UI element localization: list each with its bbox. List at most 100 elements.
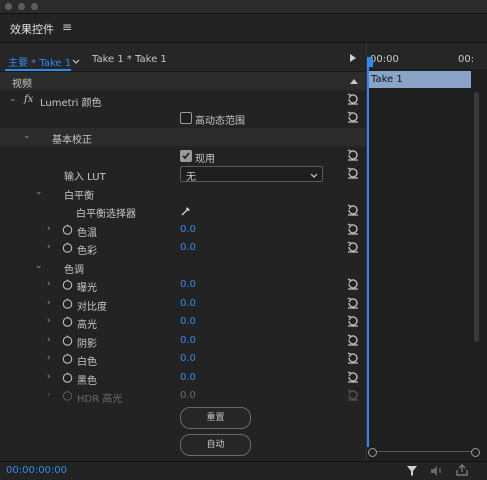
param-label: 对比度 [77, 302, 107, 313]
basic-correction-header[interactable]: ⌄ 基本校正 [0, 128, 366, 146]
stopwatch-icon [62, 390, 73, 401]
param-value[interactable]: 0.0 [180, 353, 196, 364]
white-balance-title: 白平衡 [64, 191, 94, 202]
play-icon[interactable] [350, 54, 356, 62]
stopwatch-icon[interactable] [62, 335, 73, 346]
stopwatch-icon[interactable] [62, 279, 73, 290]
reset-icon[interactable] [346, 351, 360, 365]
param-row-temperature: › 色温 0.0 [0, 221, 366, 239]
video-section-label: 视频 [12, 79, 32, 90]
param-value[interactable]: 0.0 [180, 224, 196, 235]
stopwatch-icon[interactable] [62, 353, 73, 364]
param-label: 高光 [77, 320, 97, 331]
chevron-down-icon[interactable]: ⌄ [35, 187, 43, 197]
reset-icon[interactable] [346, 166, 360, 180]
stopwatch-icon[interactable] [62, 298, 73, 309]
hdr-label: 高动态范围 [195, 116, 245, 127]
eyedropper-icon[interactable] [180, 205, 192, 220]
auto-button[interactable]: 自动 [180, 434, 251, 456]
chevron-down-icon[interactable]: ⌄ [9, 94, 17, 104]
chevron-right-icon[interactable]: › [47, 279, 51, 289]
chevron-right-icon[interactable]: › [47, 316, 51, 326]
hdr-checkbox[interactable] [180, 112, 192, 124]
reset-icon [347, 389, 358, 401]
timecode[interactable]: 00:00:00:00 [6, 465, 67, 476]
fx-icon[interactable]: fx [24, 94, 33, 105]
chevron-down-icon [310, 171, 318, 182]
timeline-zoom-scrollbar[interactable] [368, 448, 480, 458]
chevron-right-icon[interactable]: › [47, 242, 51, 252]
chevron-right-icon[interactable]: › [47, 353, 51, 363]
chevron-right-icon[interactable]: › [47, 298, 51, 308]
reset-icon[interactable] [346, 370, 360, 384]
param-value[interactable]: 0.0 [180, 316, 196, 327]
tone-header[interactable]: ⌄ 色调 [0, 258, 366, 276]
reset-icon[interactable] [346, 333, 360, 347]
effect-name: Lumetri 颜色 [40, 98, 102, 109]
param-value[interactable]: 0.0 [180, 298, 196, 309]
maximize-window-icon[interactable] [31, 3, 38, 10]
hdr-row: 高动态范围 [0, 109, 366, 127]
param-row-tint: › 色彩 0.0 [0, 239, 366, 257]
apply-row: 现用 [0, 147, 366, 165]
stopwatch-icon[interactable] [62, 316, 73, 327]
active-tab-indicator [5, 69, 71, 71]
reset-icon[interactable] [346, 148, 360, 162]
reset-icon[interactable] [346, 222, 360, 236]
stopwatch-icon[interactable] [62, 372, 73, 383]
tab-master-clip[interactable]: 主要 * Take 1 [8, 54, 71, 69]
input-lut-dropdown[interactable]: 无 [180, 166, 323, 183]
zoom-handle-left[interactable] [368, 448, 377, 457]
timeline-pane: 00:00 00: Take 1 [366, 43, 487, 461]
param-value[interactable]: 0.0 [180, 279, 196, 290]
chevron-right-icon[interactable]: › [47, 224, 51, 234]
param-label: 白色 [77, 357, 97, 368]
zoom-handle-right[interactable] [471, 448, 480, 457]
reset-icon[interactable] [346, 203, 360, 217]
input-lut-value: 无 [186, 172, 196, 183]
param-value[interactable]: 0.0 [180, 372, 196, 383]
chevron-down-icon[interactable] [72, 57, 80, 68]
apply-checkbox[interactable] [180, 150, 192, 162]
close-window-icon[interactable] [5, 3, 12, 10]
param-value[interactable]: 0.0 [180, 242, 196, 253]
window-titlebar [0, 0, 487, 14]
chevron-down-icon[interactable]: ⌄ [23, 131, 31, 141]
tab-sequence-clip[interactable]: Take 1 * Take 1 [92, 54, 167, 65]
audio-icon[interactable] [430, 465, 444, 480]
apply-label: 现用 [195, 154, 215, 165]
clip-name: Take 1 [371, 74, 403, 85]
param-row-contrast: › 对比度 0.0 [0, 295, 366, 313]
vertical-scrollbar[interactable] [474, 92, 479, 342]
panel-header: 效果控件 ≡ [0, 14, 487, 43]
footer-bar: 00:00:00:00 [0, 461, 487, 480]
reset-icon[interactable] [346, 110, 360, 124]
reset-icon[interactable] [346, 314, 360, 328]
param-row-exposure: › 曝光 0.0 [0, 276, 366, 294]
tone-title: 色调 [64, 265, 84, 276]
param-row-shadows: › 阴影 0.0 [0, 332, 366, 350]
time-ruler[interactable]: 00:00 00: [367, 43, 487, 69]
reset-icon[interactable] [346, 92, 360, 106]
param-label: 阴影 [77, 339, 97, 350]
reset-icon[interactable] [346, 277, 360, 291]
effect-row-lumetri[interactable]: ⌄ fx Lumetri 颜色 [0, 91, 366, 109]
reset-icon[interactable] [346, 240, 360, 254]
chevron-right-icon[interactable]: › [47, 372, 51, 382]
param-label: HDR 高光 [77, 394, 123, 405]
chevron-right-icon[interactable]: › [47, 335, 51, 345]
stopwatch-icon[interactable] [62, 242, 73, 253]
stopwatch-icon[interactable] [62, 224, 73, 235]
filter-icon[interactable] [406, 465, 418, 480]
param-value[interactable]: 0.0 [180, 335, 196, 346]
hamburger-icon[interactable]: ≡ [62, 20, 72, 34]
clip-bar[interactable]: Take 1 [368, 71, 471, 88]
export-icon[interactable] [455, 464, 469, 480]
reset-button[interactable]: 重置 [180, 407, 251, 429]
param-row-hdr-highlights: › HDR 高光 0.0 [0, 387, 366, 405]
scroll-up-icon[interactable] [350, 77, 358, 88]
chevron-down-icon[interactable]: ⌄ [35, 261, 43, 271]
reset-icon[interactable] [346, 296, 360, 310]
white-balance-header[interactable]: ⌄ 白平衡 [0, 184, 366, 202]
minimize-window-icon[interactable] [18, 3, 25, 10]
